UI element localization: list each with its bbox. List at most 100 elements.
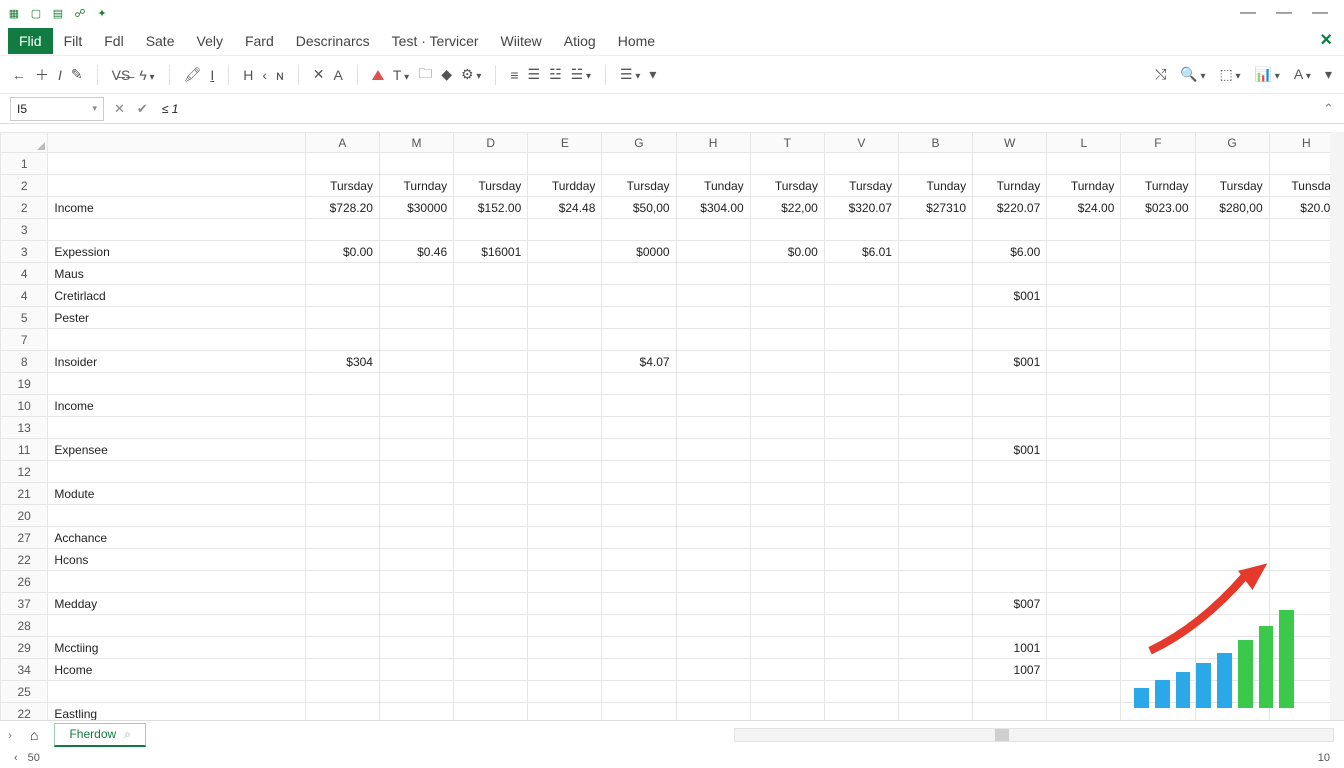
cell[interactable] xyxy=(379,219,453,241)
cell[interactable] xyxy=(750,527,824,549)
cell[interactable] xyxy=(676,637,750,659)
cell[interactable] xyxy=(454,329,528,351)
cell[interactable] xyxy=(750,615,824,637)
cell[interactable] xyxy=(305,549,379,571)
cell[interactable] xyxy=(898,615,972,637)
cell[interactable] xyxy=(1195,219,1269,241)
col-header[interactable] xyxy=(48,133,305,153)
cell[interactable] xyxy=(750,439,824,461)
shuffle-icon[interactable]: ⤭ xyxy=(1155,66,1166,83)
cell[interactable] xyxy=(750,681,824,703)
cell[interactable] xyxy=(676,461,750,483)
cell[interactable] xyxy=(454,703,528,721)
cell[interactable] xyxy=(602,703,676,721)
cell[interactable] xyxy=(305,439,379,461)
row-header[interactable]: 19 xyxy=(1,373,48,395)
underline-icon[interactable]: I xyxy=(210,67,214,83)
menu-tab[interactable]: Vely xyxy=(186,28,234,54)
cell[interactable] xyxy=(1047,637,1121,659)
cell[interactable]: Turnday xyxy=(973,175,1047,197)
cell[interactable] xyxy=(602,263,676,285)
row-label-cell[interactable] xyxy=(48,329,305,351)
cell[interactable] xyxy=(1047,219,1121,241)
row-label-cell[interactable]: Income xyxy=(48,197,305,219)
chevron-left-icon[interactable]: ‹ xyxy=(262,67,267,83)
cell[interactable] xyxy=(676,483,750,505)
row-label-cell[interactable]: Maus xyxy=(48,263,305,285)
row-label-cell[interactable] xyxy=(48,219,305,241)
row-label-cell[interactable]: Insoider xyxy=(48,351,305,373)
row-header[interactable]: 7 xyxy=(1,329,48,351)
cell[interactable] xyxy=(528,615,602,637)
row-header[interactable]: 27 xyxy=(1,527,48,549)
cell[interactable] xyxy=(750,263,824,285)
cell[interactable] xyxy=(528,527,602,549)
cell[interactable] xyxy=(676,351,750,373)
ribbon-close-icon[interactable]: × xyxy=(1320,29,1332,52)
cell[interactable] xyxy=(1047,263,1121,285)
cell[interactable]: $007 xyxy=(973,593,1047,615)
cell[interactable] xyxy=(750,703,824,721)
cell[interactable] xyxy=(454,219,528,241)
cell[interactable] xyxy=(602,637,676,659)
cell[interactable]: $304 xyxy=(305,351,379,373)
row-label-cell[interactable]: Acchance xyxy=(48,527,305,549)
cell[interactable] xyxy=(379,615,453,637)
cell[interactable] xyxy=(676,285,750,307)
cell[interactable] xyxy=(898,263,972,285)
cell[interactable] xyxy=(454,307,528,329)
cell[interactable] xyxy=(602,527,676,549)
cell[interactable] xyxy=(1121,329,1195,351)
cell[interactable] xyxy=(602,219,676,241)
cell[interactable]: $304.00 xyxy=(676,197,750,219)
cell[interactable] xyxy=(528,439,602,461)
cell[interactable] xyxy=(898,549,972,571)
cell[interactable] xyxy=(528,659,602,681)
cell[interactable]: $001 xyxy=(973,285,1047,307)
cell[interactable] xyxy=(973,681,1047,703)
cell[interactable] xyxy=(379,659,453,681)
sheet-tab-active[interactable]: Fherdow ⌕ xyxy=(54,723,145,747)
menu-tab[interactable]: Sate xyxy=(135,28,186,54)
cell[interactable] xyxy=(898,417,972,439)
cell[interactable]: 1007 xyxy=(973,659,1047,681)
cell[interactable] xyxy=(676,417,750,439)
cell[interactable] xyxy=(750,153,824,175)
row-header[interactable]: 8 xyxy=(1,351,48,373)
cell[interactable] xyxy=(528,417,602,439)
cell[interactable] xyxy=(1121,417,1195,439)
cell[interactable] xyxy=(528,329,602,351)
cell[interactable] xyxy=(750,659,824,681)
row-header[interactable]: 3 xyxy=(1,219,48,241)
clear-icon[interactable]: ✕ xyxy=(313,66,325,83)
cell[interactable] xyxy=(1195,351,1269,373)
cell[interactable]: $30000 xyxy=(379,197,453,219)
row-header[interactable]: 29 xyxy=(1,637,48,659)
cell[interactable] xyxy=(379,439,453,461)
cell[interactable] xyxy=(602,461,676,483)
cell[interactable] xyxy=(973,461,1047,483)
row-label-cell[interactable] xyxy=(48,175,305,197)
back-icon[interactable]: ← xyxy=(12,67,26,83)
cell[interactable] xyxy=(898,659,972,681)
cell[interactable] xyxy=(1047,615,1121,637)
cell[interactable]: Turdday xyxy=(528,175,602,197)
cell[interactable] xyxy=(379,351,453,373)
cell[interactable] xyxy=(1047,483,1121,505)
align-left-icon[interactable]: ≡ xyxy=(510,67,518,83)
cell[interactable] xyxy=(379,417,453,439)
cell[interactable] xyxy=(973,549,1047,571)
cell[interactable] xyxy=(824,703,898,721)
cell[interactable] xyxy=(1047,439,1121,461)
row-header[interactable]: 26 xyxy=(1,571,48,593)
cell[interactable] xyxy=(1195,395,1269,417)
cell[interactable] xyxy=(379,285,453,307)
cell[interactable] xyxy=(676,373,750,395)
cell[interactable] xyxy=(824,439,898,461)
cell[interactable]: $280,00 xyxy=(1195,197,1269,219)
cell[interactable] xyxy=(454,527,528,549)
cell[interactable] xyxy=(305,505,379,527)
cell[interactable] xyxy=(898,307,972,329)
row-header[interactable]: 1 xyxy=(1,153,48,175)
cell[interactable] xyxy=(973,329,1047,351)
